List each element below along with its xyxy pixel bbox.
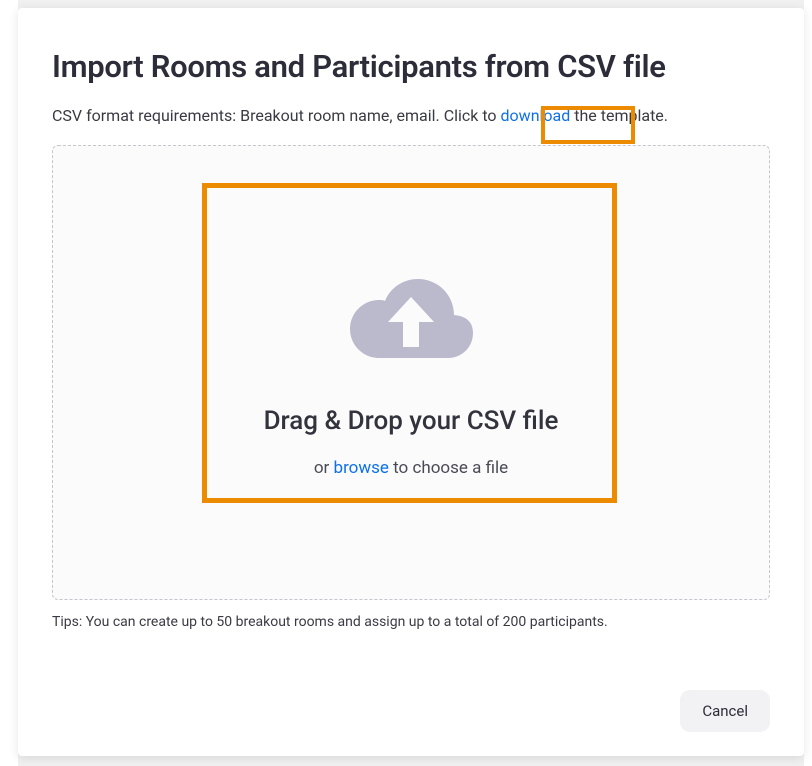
tips-text: Tips: You can create up to 50 breakout r…: [52, 614, 770, 630]
modal-footer: Cancel: [680, 690, 770, 732]
modal-overlay: Import Rooms and Participants from CSV f…: [0, 0, 812, 766]
modal-title: Import Rooms and Participants from CSV f…: [52, 48, 770, 85]
csv-dropzone[interactable]: Drag & Drop your CSV file or browse to c…: [52, 145, 770, 600]
dropzone-title: Drag & Drop your CSV file: [264, 406, 559, 436]
or-text: or: [314, 458, 334, 478]
background-fragment: [0, 0, 18, 766]
import-csv-modal: Import Rooms and Participants from CSV f…: [18, 8, 804, 756]
modal-subtitle: CSV format requirements: Breakout room n…: [52, 105, 770, 127]
subtitle-suffix: the template.: [570, 106, 668, 125]
choose-file-text: to choose a file: [389, 458, 508, 478]
cancel-button[interactable]: Cancel: [680, 690, 770, 732]
cloud-upload-icon: [341, 267, 481, 376]
dropzone-subtitle: or browse to choose a file: [314, 458, 508, 478]
subtitle-prefix: CSV format requirements: Breakout room n…: [52, 106, 501, 125]
background-fragment: [804, 0, 812, 766]
download-template-link[interactable]: download: [501, 106, 571, 125]
browse-link[interactable]: browse: [334, 458, 389, 478]
